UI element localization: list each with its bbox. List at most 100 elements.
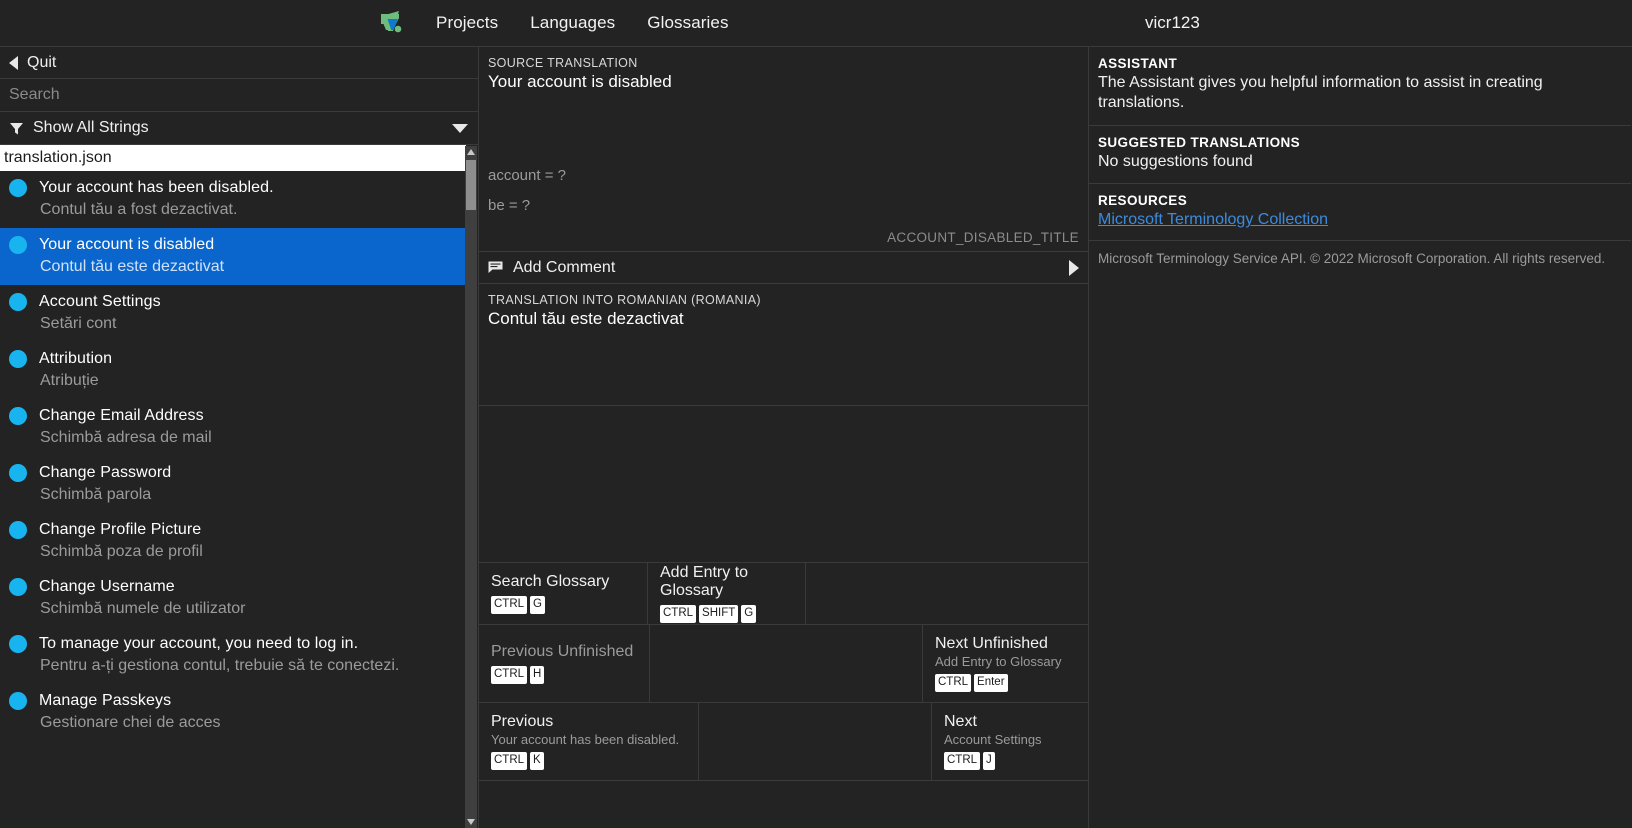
key-j: J [983,752,995,770]
string-row-4[interactable]: Change Email Address Schimbă adresa de m… [0,399,466,456]
nav-item-glossaries[interactable]: Glossaries [645,9,730,37]
status-dot-icon [9,578,27,596]
string-target: Schimbă numele de utilizator [40,600,246,617]
assistant-title: ASSISTANT [1098,56,1178,71]
key-ctrl: CTRL [660,605,697,623]
string-source: Change Email Address [39,407,204,424]
next-unfinished-button[interactable]: Next Unfinished Add Entry to Glossary CT… [923,625,1088,702]
previous-shortcut: CTRL K [491,752,686,770]
status-dot-icon [9,407,27,425]
translation-box[interactable]: TRANSLATION INTO ROMANIAN (ROMANIA) Cont… [479,284,1088,406]
string-target: Contul tău a fost dezactivat. [40,201,238,218]
app-logo-icon [376,8,406,38]
next-button[interactable]: Next Account Settings CTRL J [932,703,1088,780]
key-shift: SHIFT [699,605,739,623]
unfinished-row-filler [650,625,923,702]
next-unfinished-shortcut: CTRL Enter [935,674,1076,692]
glossary-actions-row: Search Glossary CTRL G Add Entry to Glos… [479,563,1088,625]
string-row-1[interactable]: Your account is disabled Contul tău este… [0,228,466,285]
status-dot-icon [9,236,27,254]
string-row-8[interactable]: To manage your account, you need to log … [0,627,466,684]
previous-unfinished-label: Previous Unfinished [491,643,634,661]
assistant-description: The Assistant gives you helpful informat… [1098,74,1543,112]
string-source: Your account is disabled [39,236,215,253]
key-g: G [741,605,757,623]
string-row-2[interactable]: Account Settings Setări cont [0,285,466,342]
string-target: Schimbă parola [40,486,152,503]
string-target: Setări cont [40,315,117,332]
scroll-down-arrow-icon[interactable] [467,819,475,825]
next-unfinished-subtitle: Add Entry to Glossary [935,654,1062,670]
key-h: H [530,666,545,684]
string-target: Contul tău este dezactivat [40,258,225,275]
string-target: Gestionare chei de acces [40,714,221,731]
string-row-9[interactable]: Manage Passkeys Gestionare chei de acces [0,684,466,741]
funnel-icon [9,121,33,136]
quit-button[interactable]: Quit [0,47,478,79]
file-header[interactable]: translation.json [0,145,466,171]
previous-unfinished-shortcut: CTRL H [491,666,637,684]
key-enter: Enter [974,674,1008,692]
string-target: Atribuție [40,372,99,389]
string-row-5[interactable]: Change Password Schimbă parola [0,456,466,513]
add-entry-label: Add Entry to Glossary [660,564,749,600]
top-bar: Projects Languages Glossaries vicr123 [0,0,1632,47]
add-comment-bar[interactable]: Add Comment [479,252,1088,284]
string-source: Manage Passkeys [39,692,172,709]
nav-item-languages[interactable]: Languages [528,9,617,37]
string-list[interactable]: Your account has been disabled. Contul t… [0,171,466,828]
glossary-hint-1: be = ? [488,197,531,214]
key-ctrl: CTRL [491,596,528,614]
string-source: Your account has been disabled. [39,179,274,196]
add-entry-shortcut: CTRL SHIFT G [660,605,793,623]
previous-button[interactable]: Previous Your account has been disabled.… [479,703,699,780]
string-source: Account Settings [39,293,161,310]
string-source: Attribution [39,350,113,367]
string-target: Pentru a-ți gestiona contul, trebuie să … [40,657,400,674]
status-dot-icon [9,635,27,653]
string-target: Schimbă poza de profil [40,543,203,560]
back-arrow-icon [9,55,18,70]
previous-unfinished-button[interactable]: Previous Unfinished CTRL H [479,625,650,702]
string-source: Change Username [39,578,175,595]
string-row-0[interactable]: Your account has been disabled. Contul t… [0,171,466,228]
next-label: Next [944,713,977,731]
prev-next-filler [699,703,932,780]
string-target: Schimbă adresa de mail [40,429,212,446]
next-shortcut: CTRL J [944,752,1076,770]
prev-next-row: Previous Your account has been disabled.… [479,703,1088,781]
suggested-translations-body: No suggestions found [1098,152,1253,170]
status-dot-icon [9,293,27,311]
string-row-7[interactable]: Change Username Schimbă numele de utiliz… [0,570,466,627]
string-row-6[interactable]: Change Profile Picture Schimbă poza de p… [0,513,466,570]
chevron-down-icon[interactable] [452,123,468,133]
editor-spacer [479,406,1088,563]
editor-panel: SOURCE TRANSLATION Your account is disab… [479,47,1089,828]
source-text: Your account is disabled [488,72,672,91]
string-row-3[interactable]: Attribution Atribuție [0,342,466,399]
search-glossary-button[interactable]: Search Glossary CTRL G [479,563,648,624]
key-ctrl: CTRL [935,674,972,692]
scrollbar-thumb[interactable] [466,160,476,210]
key-ctrl: CTRL [491,666,528,684]
triangle-right-icon[interactable] [1069,259,1079,276]
next-subtitle: Account Settings [944,732,1042,748]
search-input[interactable] [9,86,469,104]
source-translation-box: SOURCE TRANSLATION Your account is disab… [479,47,1088,252]
scroll-up-arrow-icon[interactable] [467,149,475,155]
add-entry-to-glossary-button[interactable]: Add Entry to Glossary CTRL SHIFT G [648,563,806,624]
status-dot-icon [9,179,27,197]
translation-input[interactable]: Contul tău este dezactivat [488,309,1079,329]
glossary-hint-0: account = ? [488,167,566,184]
nav-item-projects[interactable]: Projects [434,9,500,37]
key-k: K [530,752,544,770]
quit-label: Quit [27,53,57,71]
glossary-row-filler [806,563,1088,624]
translation-caption: TRANSLATION INTO ROMANIAN (ROMANIA) [488,293,761,307]
filter-dropdown[interactable]: Show All Strings [0,112,478,145]
username-label[interactable]: vicr123 [1145,13,1200,33]
resource-link[interactable]: Microsoft Terminology Collection [1098,211,1328,229]
string-source: Change Password [39,464,172,481]
sidebar-scrollbar[interactable] [465,146,477,828]
comment-icon [488,261,513,274]
